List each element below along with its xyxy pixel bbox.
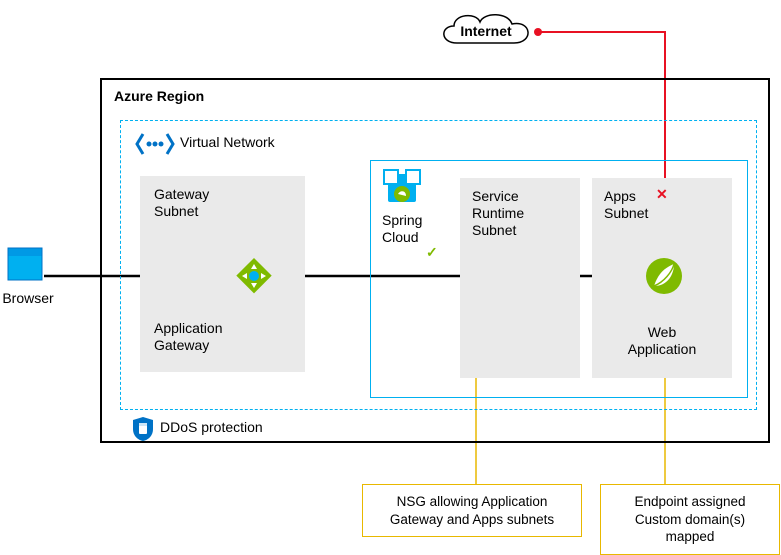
web-application-icon — [644, 256, 684, 296]
browser-icon — [6, 246, 44, 284]
apps-subnet-line-1: Apps — [604, 188, 636, 204]
endpoint-callout-line-2: Custom domain(s) mapped — [635, 512, 745, 545]
blocked-x-icon: ✕ — [656, 186, 668, 203]
gateway-subnet-title-1: Gateway — [154, 186, 209, 202]
spring-cloud-label: Spring Cloud — [382, 212, 422, 246]
service-runtime-line-3: Subnet — [472, 222, 516, 238]
gateway-subnet-box: Gateway Subnet Application Gateway — [140, 176, 305, 372]
checkmark-icon: ✓ — [426, 244, 438, 261]
browser-label: Browser — [0, 290, 56, 306]
nsg-callout-line-1: NSG allowing Application — [397, 494, 548, 509]
endpoint-callout-line-1: Endpoint assigned — [634, 494, 745, 509]
endpoint-callout: Endpoint assigned Custom domain(s) mappe… — [600, 484, 780, 555]
apps-subnet-line-2: Subnet — [604, 205, 648, 221]
azure-region-title: Azure Region — [114, 88, 204, 104]
web-application-label-2: Application — [628, 341, 697, 357]
application-gateway-label-2: Gateway — [154, 337, 209, 353]
ddos-protection-label: DDoS protection — [160, 419, 263, 435]
service-runtime-line-1: Service — [472, 188, 519, 204]
nsg-callout: NSG allowing Application Gateway and App… — [362, 484, 582, 537]
internet-connection-dot — [534, 28, 542, 36]
internet-cloud: Internet — [432, 8, 540, 53]
nsg-callout-line-2: Gateway and Apps subnets — [390, 512, 554, 527]
spring-cloud-icon — [382, 168, 422, 208]
service-runtime-subnet-box: Service Runtime Subnet — [460, 178, 580, 378]
service-runtime-line-2: Runtime — [472, 205, 524, 221]
ddos-protection-icon — [132, 416, 154, 442]
virtual-network-label: Virtual Network — [180, 134, 275, 150]
internet-label: Internet — [432, 23, 540, 39]
application-gateway-icon — [236, 258, 272, 294]
web-application-label-1: Web — [648, 324, 677, 340]
gateway-subnet-title-2: Subnet — [154, 203, 198, 219]
virtual-network-icon — [135, 130, 175, 158]
application-gateway-label-1: Application — [154, 320, 223, 336]
